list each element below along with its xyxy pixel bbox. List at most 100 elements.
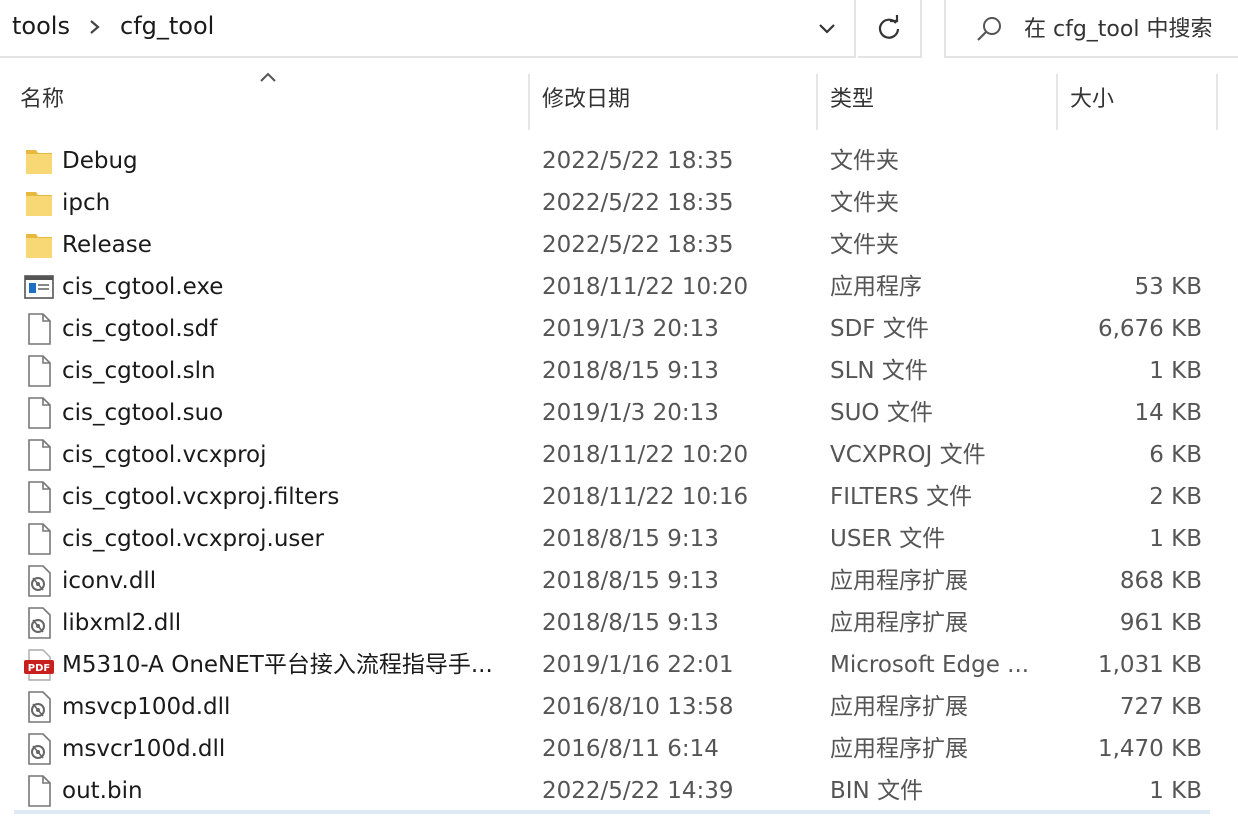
scroll-indicator [14,810,1210,814]
file-size: 961 KB [1119,610,1202,636]
file-type: FILTERS 文件 [830,484,973,510]
search-box[interactable] [944,0,1238,58]
file-date: 2022/5/22 14:39 [542,778,734,804]
file-row[interactable]: libxml2.dll 2018/8/15 9:13 应用程序扩展 961 KB [0,602,1238,644]
file-date: 2018/8/15 9:13 [542,610,719,636]
column-header-name[interactable]: 名称 [0,64,528,130]
file-type: 文件夹 [830,190,899,216]
file-row[interactable]: cis_cgtool.vcxproj.user 2018/8/15 9:13 USE… [0,518,1238,560]
toolbar: tools cfg_tool [0,0,1238,60]
file-date: 2022/5/22 18:35 [542,232,734,258]
file-row[interactable]: cis_cgtool.exe 2018/11/22 10:20 应用程序 53 KB [0,266,1238,308]
file-icon [24,396,54,430]
dll-icon [24,690,54,724]
file-size: 868 KB [1119,568,1202,594]
address-bar[interactable]: tools cfg_tool [0,0,856,58]
file-name: out.bin [62,778,143,804]
file-name: M5310-A OneNET平台接入流程指导手... [62,652,493,678]
file-size: 1,031 KB [1097,652,1202,678]
file-name: msvcp100d.dll [62,694,231,720]
file-icon [24,480,54,514]
file-row[interactable]: cis_cgtool.sln 2018/8/15 9:13 SLN 文件 1 KB [0,350,1238,392]
search-icon [977,17,1001,41]
file-icon [24,354,54,388]
svg-text:PDF: PDF [28,663,50,674]
file-name: cis_cgtool.sdf [62,316,218,342]
chevron-down-icon[interactable] [810,12,844,46]
column-header-row: 名称 修改日期 类型 大小 [0,64,1238,130]
file-row[interactable]: msvcp100d.dll 2016/8/10 13:58 应用程序扩展 727 KB [0,686,1238,728]
file-size: 6 KB [1149,442,1202,468]
file-row[interactable]: Release 2022/5/22 18:35 文件夹 [0,224,1238,266]
folder-icon [24,186,54,220]
folder-icon [24,228,54,262]
file-row[interactable]: cis_cgtool.vcxproj 2018/11/22 10:20 VCXPRO… [0,434,1238,476]
file-name: iconv.dll [62,568,157,594]
file-date: 2016/8/10 13:58 [542,694,734,720]
search-input[interactable] [1024,12,1238,46]
dll-icon [24,606,54,640]
file-name: ipch [62,190,111,216]
file-size: 53 KB [1134,274,1202,300]
file-name: cis_cgtool.vcxproj.user [62,526,324,552]
file-row[interactable]: iconv.dll 2018/8/15 9:13 应用程序扩展 868 KB [0,560,1238,602]
file-date: 2018/8/15 9:13 [542,358,719,384]
file-row[interactable]: cis_cgtool.suo 2019/1/3 20:13 SUO 文件 14 KB [0,392,1238,434]
file-size [1060,182,1202,224]
file-type: USER 文件 [830,526,946,552]
file-date: 2018/8/15 9:13 [542,526,719,552]
file-row[interactable]: cis_cgtool.sdf 2019/1/3 20:13 SDF 文件 6,676 … [0,308,1238,350]
file-row[interactable]: Debug 2022/5/22 18:35 文件夹 [0,140,1238,182]
file-row[interactable]: ipch 2022/5/22 18:35 文件夹 [0,182,1238,224]
refresh-icon [878,15,900,39]
file-row[interactable]: cis_cgtool.vcxproj.filters 2018/11/22 10:… [0,476,1238,518]
file-row[interactable]: msvcr100d.dll 2016/8/11 6:14 应用程序扩展 1,470 K… [0,728,1238,770]
file-type: SLN 文件 [830,358,928,384]
column-header-type[interactable]: 类型 [810,64,1056,130]
file-type: 应用程序 [830,274,922,300]
file-size: 1 KB [1149,358,1202,384]
file-row[interactable]: out.bin 2022/5/22 14:39 BIN 文件 1 KB [0,770,1238,812]
chevron-right-icon[interactable] [88,12,102,48]
file-type: Microsoft Edge ... [830,652,1030,678]
column-header-date[interactable]: 修改日期 [522,64,816,130]
file-type: 应用程序扩展 [830,610,968,636]
file-row[interactable]: PDF M5310-A OneNET平台接入流程指导手... 2019/1/16 2… [0,644,1238,686]
file-type: 文件夹 [830,232,899,258]
file-size: 6,676 KB [1097,316,1202,342]
file-name: Debug [62,148,138,174]
file-name: msvcr100d.dll [62,736,226,762]
file-type: 应用程序扩展 [830,736,968,762]
dll-icon [24,732,54,766]
file-icon [24,312,54,346]
file-size: 1,470 KB [1097,736,1202,762]
file-date: 2022/5/22 18:35 [542,190,734,216]
file-icon [24,774,54,808]
file-date: 2022/5/22 18:35 [542,148,734,174]
file-name: libxml2.dll [62,610,182,636]
column-divider[interactable] [1216,74,1218,130]
file-date: 2018/11/22 10:20 [542,442,749,468]
file-type: VCXPROJ 文件 [830,442,986,468]
file-date: 2019/1/16 22:01 [542,652,734,678]
file-date: 2018/11/22 10:16 [542,484,749,510]
file-name: cis_cgtool.sln [62,358,216,384]
file-size: 14 KB [1134,400,1202,426]
file-size [1060,140,1202,182]
breadcrumb-cfg-tool[interactable]: cfg_tool [120,12,214,40]
column-header-size[interactable]: 大小 [1050,64,1216,130]
file-icon [24,438,54,472]
file-size [1060,224,1202,266]
file-type: BIN 文件 [830,778,924,804]
file-name: Release [62,232,152,258]
folder-icon [24,144,54,178]
file-name: cis_cgtool.exe [62,274,224,300]
file-date: 2018/8/15 9:13 [542,568,719,594]
refresh-button[interactable] [858,0,922,58]
file-date: 2016/8/11 6:14 [542,736,719,762]
file-type: 文件夹 [830,148,899,174]
file-size: 1 KB [1149,778,1202,804]
file-type: 应用程序扩展 [830,568,968,594]
file-type: SDF 文件 [830,316,929,342]
breadcrumb-tools[interactable]: tools [12,12,70,40]
